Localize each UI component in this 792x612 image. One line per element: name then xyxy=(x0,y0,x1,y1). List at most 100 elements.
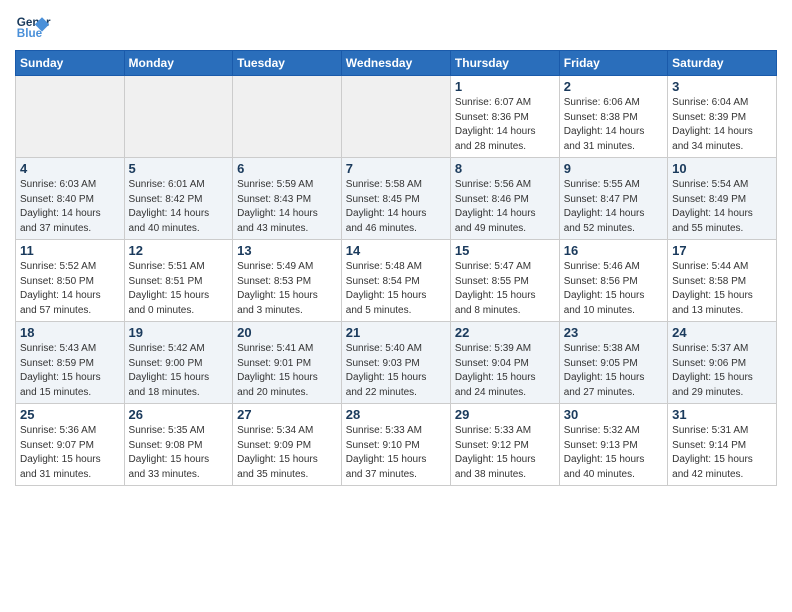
weekday-header-tuesday: Tuesday xyxy=(233,51,342,76)
day-number: 31 xyxy=(672,407,772,422)
calendar-week-1: 1Sunrise: 6:07 AM Sunset: 8:36 PM Daylig… xyxy=(16,76,777,158)
calendar-cell: 30 Sunrise: 5:32 AM Sunset: 9:13 PM Dayli… xyxy=(559,404,667,486)
day-info: Sunrise: 5:58 AM Sunset: 8:45 PM Dayligh… xyxy=(346,178,446,236)
day-info: Sunrise: 5:37 AM Sunset: 9:06 PM Dayligh… xyxy=(672,342,772,400)
day-number: 18 xyxy=(20,325,120,340)
calendar-cell: 8 Sunrise: 5:56 AM Sunset: 8:46 PM Daylig… xyxy=(450,158,559,240)
day-number: 24 xyxy=(672,325,772,340)
day-number: 17 xyxy=(672,243,772,258)
day-info: Sunrise: 5:44 AM Sunset: 8:58 PM Dayligh… xyxy=(672,260,772,318)
day-number: 16 xyxy=(564,243,663,258)
logo: General Blue xyxy=(15,10,55,46)
day-number: 8 xyxy=(455,161,555,176)
day-info: Sunrise: 6:07 AM Sunset: 8:36 PM Dayligh… xyxy=(455,96,555,154)
calendar-week-5: 25 Sunrise: 5:36 AM Sunset: 9:07 PM Dayli… xyxy=(16,404,777,486)
day-info: Sunrise: 5:55 AM Sunset: 8:47 PM Dayligh… xyxy=(564,178,663,236)
day-number: 27 xyxy=(237,407,337,422)
calendar-cell: 16 Sunrise: 5:46 AM Sunset: 8:56 PM Dayli… xyxy=(559,240,667,322)
calendar-cell: 22 Sunrise: 5:39 AM Sunset: 9:04 PM Dayli… xyxy=(450,322,559,404)
day-number: 19 xyxy=(129,325,229,340)
day-info: Sunrise: 5:38 AM Sunset: 9:05 PM Dayligh… xyxy=(564,342,663,400)
day-info: Sunrise: 5:33 AM Sunset: 9:10 PM Dayligh… xyxy=(346,424,446,482)
day-info: Sunrise: 5:54 AM Sunset: 8:49 PM Dayligh… xyxy=(672,178,772,236)
day-info: Sunrise: 5:46 AM Sunset: 8:56 PM Dayligh… xyxy=(564,260,663,318)
calendar-table: SundayMondayTuesdayWednesdayThursdayFrid… xyxy=(15,50,777,486)
calendar-cell: 2Sunrise: 6:06 AM Sunset: 8:38 PM Daylig… xyxy=(559,76,667,158)
day-info: Sunrise: 5:32 AM Sunset: 9:13 PM Dayligh… xyxy=(564,424,663,482)
weekday-header-sunday: Sunday xyxy=(16,51,125,76)
day-number: 13 xyxy=(237,243,337,258)
calendar-cell: 15 Sunrise: 5:47 AM Sunset: 8:55 PM Dayli… xyxy=(450,240,559,322)
day-info: Sunrise: 5:34 AM Sunset: 9:09 PM Dayligh… xyxy=(237,424,337,482)
weekday-header-friday: Friday xyxy=(559,51,667,76)
day-number: 26 xyxy=(129,407,229,422)
day-info: Sunrise: 5:52 AM Sunset: 8:50 PM Dayligh… xyxy=(20,260,120,318)
day-info: Sunrise: 5:40 AM Sunset: 9:03 PM Dayligh… xyxy=(346,342,446,400)
day-number: 15 xyxy=(455,243,555,258)
day-number: 28 xyxy=(346,407,446,422)
page-header: General Blue xyxy=(15,10,777,46)
calendar-cell: 6 Sunrise: 5:59 AM Sunset: 8:43 PM Daylig… xyxy=(233,158,342,240)
calendar-cell: 13 Sunrise: 5:49 AM Sunset: 8:53 PM Dayli… xyxy=(233,240,342,322)
calendar-week-2: 4 Sunrise: 6:03 AM Sunset: 8:40 PM Daylig… xyxy=(16,158,777,240)
day-info: Sunrise: 6:03 AM Sunset: 8:40 PM Dayligh… xyxy=(20,178,120,236)
logo-icon: General Blue xyxy=(15,10,51,46)
calendar-week-4: 18 Sunrise: 5:43 AM Sunset: 8:59 PM Dayli… xyxy=(16,322,777,404)
day-number: 4 xyxy=(20,161,120,176)
day-info: Sunrise: 5:49 AM Sunset: 8:53 PM Dayligh… xyxy=(237,260,337,318)
weekday-header-monday: Monday xyxy=(124,51,233,76)
day-info: Sunrise: 5:39 AM Sunset: 9:04 PM Dayligh… xyxy=(455,342,555,400)
calendar-cell: 26 Sunrise: 5:35 AM Sunset: 9:08 PM Dayli… xyxy=(124,404,233,486)
calendar-cell: 31Sunrise: 5:31 AM Sunset: 9:14 PM Dayli… xyxy=(668,404,777,486)
day-info: Sunrise: 6:04 AM Sunset: 8:39 PM Dayligh… xyxy=(672,96,772,154)
weekday-header-saturday: Saturday xyxy=(668,51,777,76)
day-info: Sunrise: 5:36 AM Sunset: 9:07 PM Dayligh… xyxy=(20,424,120,482)
calendar-cell: 12 Sunrise: 5:51 AM Sunset: 8:51 PM Dayli… xyxy=(124,240,233,322)
svg-text:Blue: Blue xyxy=(17,27,43,40)
calendar-cell: 24 Sunrise: 5:37 AM Sunset: 9:06 PM Dayli… xyxy=(668,322,777,404)
calendar-cell: 21 Sunrise: 5:40 AM Sunset: 9:03 PM Dayli… xyxy=(341,322,450,404)
day-number: 9 xyxy=(564,161,663,176)
calendar-cell: 17 Sunrise: 5:44 AM Sunset: 8:58 PM Dayli… xyxy=(668,240,777,322)
day-number: 20 xyxy=(237,325,337,340)
day-number: 11 xyxy=(20,243,120,258)
day-info: Sunrise: 5:33 AM Sunset: 9:12 PM Dayligh… xyxy=(455,424,555,482)
day-number: 3 xyxy=(672,79,772,94)
day-number: 25 xyxy=(20,407,120,422)
day-info: Sunrise: 5:47 AM Sunset: 8:55 PM Dayligh… xyxy=(455,260,555,318)
calendar-cell: 11 Sunrise: 5:52 AM Sunset: 8:50 PM Dayli… xyxy=(16,240,125,322)
day-info: Sunrise: 5:51 AM Sunset: 8:51 PM Dayligh… xyxy=(129,260,229,318)
day-number: 5 xyxy=(129,161,229,176)
calendar-cell: 14 Sunrise: 5:48 AM Sunset: 8:54 PM Dayli… xyxy=(341,240,450,322)
weekday-header-thursday: Thursday xyxy=(450,51,559,76)
day-number: 29 xyxy=(455,407,555,422)
calendar-cell: 28 Sunrise: 5:33 AM Sunset: 9:10 PM Dayli… xyxy=(341,404,450,486)
calendar-cell: 9 Sunrise: 5:55 AM Sunset: 8:47 PM Daylig… xyxy=(559,158,667,240)
day-number: 6 xyxy=(237,161,337,176)
day-info: Sunrise: 5:48 AM Sunset: 8:54 PM Dayligh… xyxy=(346,260,446,318)
day-number: 14 xyxy=(346,243,446,258)
day-info: Sunrise: 5:42 AM Sunset: 9:00 PM Dayligh… xyxy=(129,342,229,400)
day-number: 21 xyxy=(346,325,446,340)
calendar-cell: 4 Sunrise: 6:03 AM Sunset: 8:40 PM Daylig… xyxy=(16,158,125,240)
calendar-cell xyxy=(124,76,233,158)
calendar-cell xyxy=(233,76,342,158)
calendar-week-3: 11 Sunrise: 5:52 AM Sunset: 8:50 PM Dayli… xyxy=(16,240,777,322)
day-info: Sunrise: 5:59 AM Sunset: 8:43 PM Dayligh… xyxy=(237,178,337,236)
day-info: Sunrise: 5:35 AM Sunset: 9:08 PM Dayligh… xyxy=(129,424,229,482)
calendar-cell: 5 Sunrise: 6:01 AM Sunset: 8:42 PM Daylig… xyxy=(124,158,233,240)
day-info: Sunrise: 5:41 AM Sunset: 9:01 PM Dayligh… xyxy=(237,342,337,400)
day-info: Sunrise: 5:43 AM Sunset: 8:59 PM Dayligh… xyxy=(20,342,120,400)
day-number: 23 xyxy=(564,325,663,340)
day-number: 2 xyxy=(564,79,663,94)
day-info: Sunrise: 6:01 AM Sunset: 8:42 PM Dayligh… xyxy=(129,178,229,236)
calendar-cell: 19 Sunrise: 5:42 AM Sunset: 9:00 PM Dayli… xyxy=(124,322,233,404)
calendar-cell: 23 Sunrise: 5:38 AM Sunset: 9:05 PM Dayli… xyxy=(559,322,667,404)
day-number: 22 xyxy=(455,325,555,340)
day-number: 12 xyxy=(129,243,229,258)
calendar-cell: 1Sunrise: 6:07 AM Sunset: 8:36 PM Daylig… xyxy=(450,76,559,158)
calendar-cell: 29 Sunrise: 5:33 AM Sunset: 9:12 PM Dayli… xyxy=(450,404,559,486)
calendar-cell xyxy=(16,76,125,158)
day-number: 30 xyxy=(564,407,663,422)
day-info: Sunrise: 5:56 AM Sunset: 8:46 PM Dayligh… xyxy=(455,178,555,236)
